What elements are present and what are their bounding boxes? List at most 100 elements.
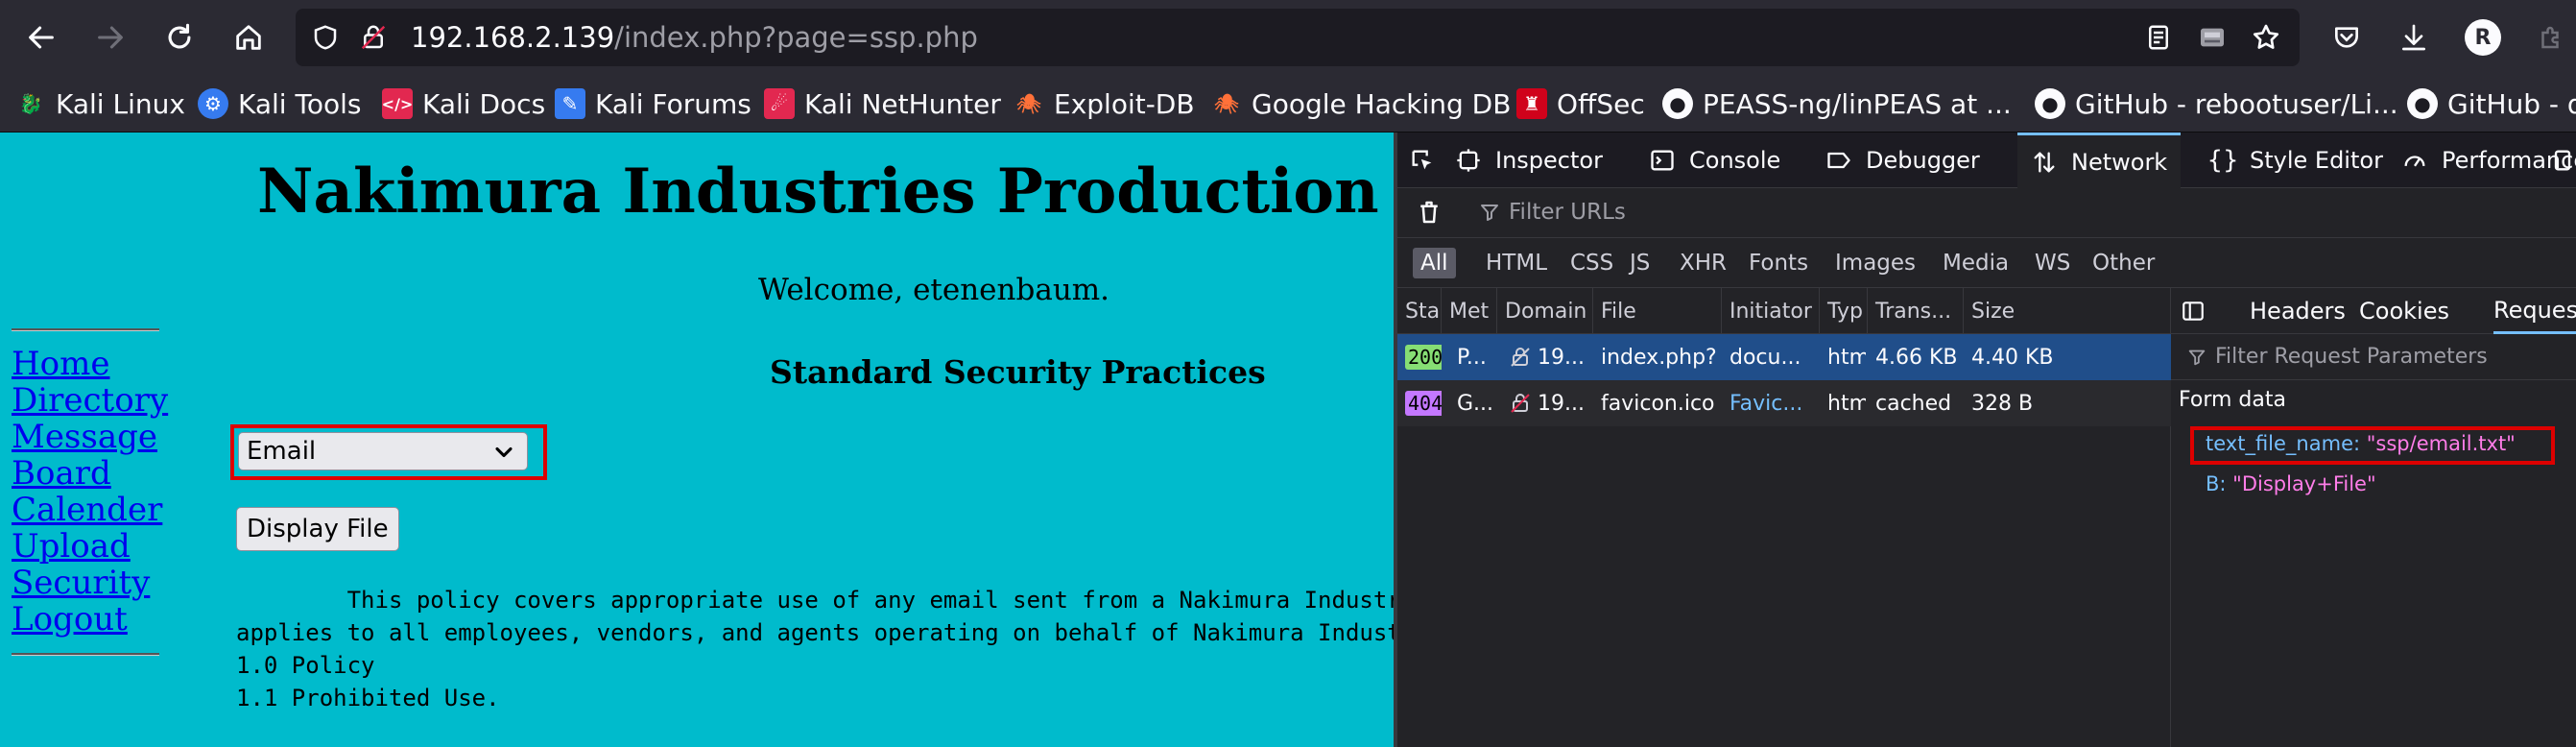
- column-transferred[interactable]: Trans...: [1868, 288, 1964, 334]
- back-button[interactable]: [17, 13, 65, 61]
- tab-inspector[interactable]: Inspector: [1455, 133, 1603, 188]
- bookmark-kali-linux[interactable]: 🐉 Kali Linux: [15, 84, 185, 123]
- forward-button[interactable]: [86, 13, 134, 61]
- reload-button[interactable]: [155, 13, 203, 61]
- nav-divider-top: [12, 328, 159, 331]
- reader-view-icon[interactable]: [2142, 21, 2175, 54]
- nav-link-security[interactable]: Security: [12, 565, 168, 601]
- filter-html[interactable]: HTML: [1478, 248, 1555, 278]
- request-file: index.php?: [1601, 345, 1717, 370]
- bookmark-github-d[interactable]: ● GitHub - d: [2407, 84, 2576, 123]
- tab-cookies[interactable]: Cookies: [2359, 288, 2449, 334]
- filter-ws[interactable]: WS: [2027, 248, 2078, 278]
- tab-label: Console: [1689, 147, 1781, 174]
- downloads-button[interactable]: [2390, 13, 2438, 61]
- nav-link-board[interactable]: Board: [12, 455, 168, 492]
- bookmark-star-icon[interactable]: [2250, 21, 2282, 54]
- filter-xhr[interactable]: XHR: [1672, 248, 1734, 278]
- tab-console[interactable]: Console: [1649, 133, 1780, 188]
- policy-line: 1.1 Prohibited Use.: [236, 685, 500, 711]
- download-icon: [2402, 24, 2425, 51]
- url-text[interactable]: 192.168.2.139/index.php?page=ssp.php: [411, 21, 978, 54]
- bookmark-label: GitHub - d: [2447, 87, 2576, 120]
- insecure-lock-icon[interactable]: [357, 21, 390, 54]
- extensions-button[interactable]: [2526, 13, 2574, 61]
- nav-link-home[interactable]: Home: [12, 346, 168, 382]
- status-badge: 200: [1405, 345, 1442, 370]
- kali-docs-icon: </>: [382, 88, 413, 119]
- bookmark-kali-docs[interactable]: </> Kali Docs: [382, 84, 546, 123]
- request-domain-cell: 19...: [1509, 334, 1591, 380]
- column-method[interactable]: Met: [1442, 288, 1497, 334]
- form-param-text-file-name[interactable]: text_file_name: "ssp/email.txt": [2206, 432, 2516, 455]
- nav-link-calender[interactable]: Calender: [12, 492, 168, 528]
- bookmark-rebootuser[interactable]: ● GitHub - rebootuser/Li...: [2035, 84, 2398, 123]
- request-method: P...: [1457, 345, 1487, 370]
- tab-style-editor[interactable]: {} Style Editor: [2206, 133, 2382, 188]
- bookmark-google-hacking-db[interactable]: 🕷 Google Hacking DB: [1211, 84, 1511, 123]
- bookmark-label: GitHub - rebootuser/Li...: [2075, 87, 2398, 120]
- request-row[interactable]: 200 P... 19... index.php? docu... htm 4.…: [1397, 334, 2171, 380]
- form-param-b[interactable]: B: "Display+File": [2206, 472, 2376, 495]
- tab-overflow[interactable]: [2549, 133, 2576, 188]
- bookmark-kali-forums[interactable]: ✎ Kali Forums: [555, 84, 751, 123]
- filter-urls-input[interactable]: Filter URLs: [1478, 200, 1626, 225]
- nav-link-upload[interactable]: Upload: [12, 528, 168, 565]
- request-details-panel: Headers Cookies Request Filter Request P…: [2171, 288, 2576, 747]
- filter-media[interactable]: Media: [1935, 248, 2016, 278]
- nav-link-directory[interactable]: Directory: [12, 382, 168, 419]
- filter-other[interactable]: Other: [2085, 248, 2162, 278]
- display-file-button[interactable]: Display File: [236, 507, 399, 551]
- bookmark-kali-tools[interactable]: ⚙ Kali Tools: [198, 84, 361, 123]
- nav-link-logout[interactable]: Logout: [12, 601, 168, 638]
- style-editor-icon: {}: [2206, 146, 2239, 175]
- welcome-message: Welcome, etenenbaum.: [758, 273, 1110, 307]
- request-row[interactable]: 404 G... 19... favicon.ico Favic... htm …: [1397, 380, 2171, 426]
- request-type: htm: [1827, 345, 1866, 370]
- tab-network[interactable]: Network: [2017, 133, 2182, 188]
- nav-divider-bottom: [12, 653, 159, 656]
- tab-headers[interactable]: Headers: [2250, 288, 2346, 334]
- file-select[interactable]: Email: [238, 432, 528, 470]
- request-domain: 19...: [1538, 345, 1585, 370]
- tab-label: Network: [2071, 148, 2168, 176]
- param-value: "ssp/email.txt": [2366, 432, 2516, 455]
- clear-requests-trash-icon[interactable]: [1415, 198, 1443, 230]
- bookmark-exploit-db[interactable]: 🕷 Exploit-DB: [1014, 84, 1194, 123]
- bookmark-linpeas[interactable]: ● PEASS-ng/linPEAS at ...: [1662, 84, 2012, 123]
- column-size[interactable]: Size: [1964, 288, 2171, 334]
- section-title: Standard Security Practices: [770, 353, 1266, 391]
- column-initiator[interactable]: Initiator: [1722, 288, 1820, 334]
- tracking-shield-icon[interactable]: [309, 21, 342, 54]
- bookmark-kali-nethunter[interactable]: ☄ Kali NetHunter: [764, 84, 1001, 123]
- home-button[interactable]: [225, 13, 273, 61]
- filter-images[interactable]: Images: [1827, 248, 1923, 278]
- column-status[interactable]: Sta: [1397, 288, 1442, 334]
- column-domain[interactable]: Domain: [1497, 288, 1593, 334]
- back-arrow-icon: [29, 26, 54, 49]
- column-file[interactable]: File: [1593, 288, 1722, 334]
- insecure-connection-icon: [1511, 394, 1530, 413]
- filter-all[interactable]: All: [1413, 248, 1456, 278]
- pocket-button[interactable]: [2323, 13, 2371, 61]
- toggle-sidebar-icon[interactable]: [2181, 288, 2206, 334]
- column-type[interactable]: Typ: [1820, 288, 1868, 334]
- tab-debugger[interactable]: Debugger: [1825, 133, 1980, 188]
- element-picker-button[interactable]: [1409, 133, 1449, 188]
- account-button[interactable]: R: [2459, 13, 2507, 61]
- filter-fonts[interactable]: Fonts: [1741, 248, 1816, 278]
- network-filter-bar: Filter URLs: [1397, 188, 2576, 238]
- bookmark-label: Kali Docs: [422, 87, 546, 120]
- filter-js[interactable]: JS: [1622, 248, 1658, 278]
- url-bar[interactable]: 192.168.2.139/index.php?page=ssp.php: [296, 9, 2300, 66]
- request-transferred: 4.66 KB: [1875, 345, 1958, 370]
- request-initiator[interactable]: Favic...: [1729, 380, 1818, 426]
- filter-request-parameters-input[interactable]: Filter Request Parameters: [2171, 334, 2576, 380]
- filter-urls-placeholder: Filter URLs: [1509, 200, 1626, 225]
- filter-css[interactable]: CSS: [1562, 248, 1621, 278]
- screenshot-icon[interactable]: [2196, 21, 2229, 54]
- bookmark-offsec[interactable]: ♜ OffSec: [1516, 84, 1645, 123]
- bookmark-label: Kali Linux: [56, 87, 185, 120]
- nav-link-message[interactable]: Message: [12, 419, 168, 455]
- tab-request[interactable]: Request: [2493, 288, 2576, 334]
